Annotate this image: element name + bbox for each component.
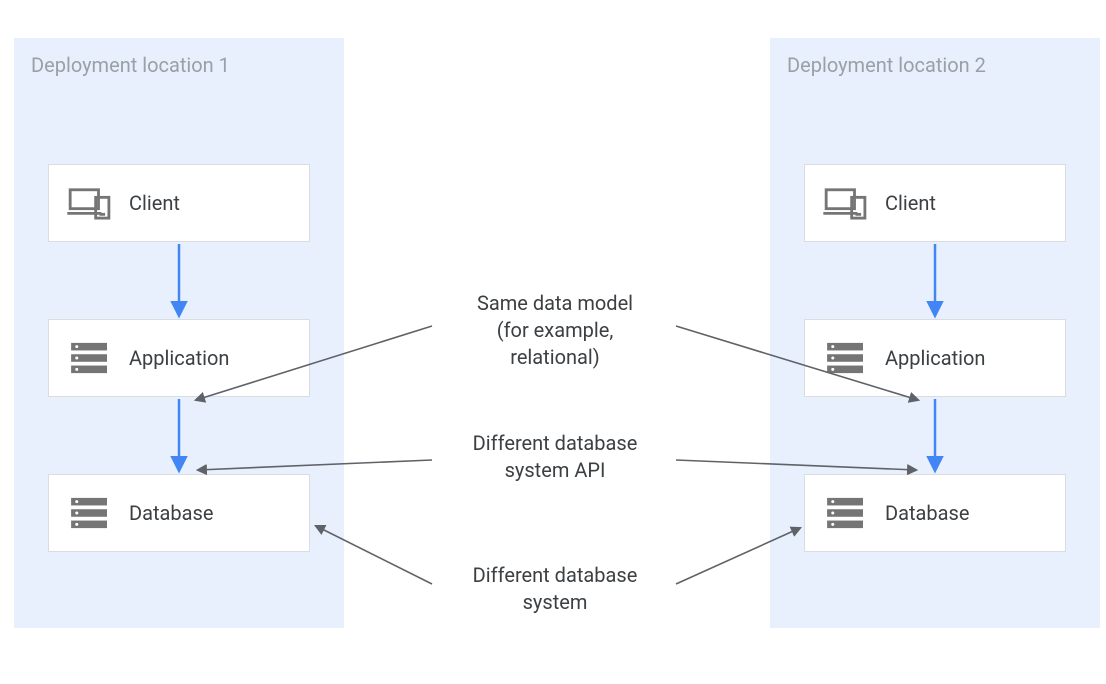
zone-title-1: Deployment location 1: [31, 53, 230, 77]
annotation-different-api: Different database system API: [440, 430, 670, 484]
client-box-right: Client: [804, 164, 1066, 242]
application-box-left: Application: [48, 319, 310, 397]
zone-title-2: Deployment location 2: [787, 53, 986, 77]
server-icon: [823, 496, 869, 530]
annotation-different-system: Different database system: [440, 562, 670, 616]
server-icon: [67, 341, 113, 375]
application-label: Application: [129, 346, 229, 370]
client-label: Client: [129, 191, 180, 215]
database-box-right: Database: [804, 474, 1066, 552]
database-label: Database: [885, 501, 969, 525]
client-box-left: Client: [48, 164, 310, 242]
database-label: Database: [129, 501, 213, 525]
application-box-right: Application: [804, 319, 1066, 397]
annotation-same-data-model: Same data model (for example, relational…: [440, 290, 670, 371]
devices-icon: [823, 186, 869, 220]
server-icon: [823, 341, 869, 375]
server-icon: [67, 496, 113, 530]
devices-icon: [67, 186, 113, 220]
client-label: Client: [885, 191, 936, 215]
database-box-left: Database: [48, 474, 310, 552]
application-label: Application: [885, 346, 985, 370]
diagram-stage: Deployment location 1 Deployment locatio…: [0, 0, 1106, 684]
